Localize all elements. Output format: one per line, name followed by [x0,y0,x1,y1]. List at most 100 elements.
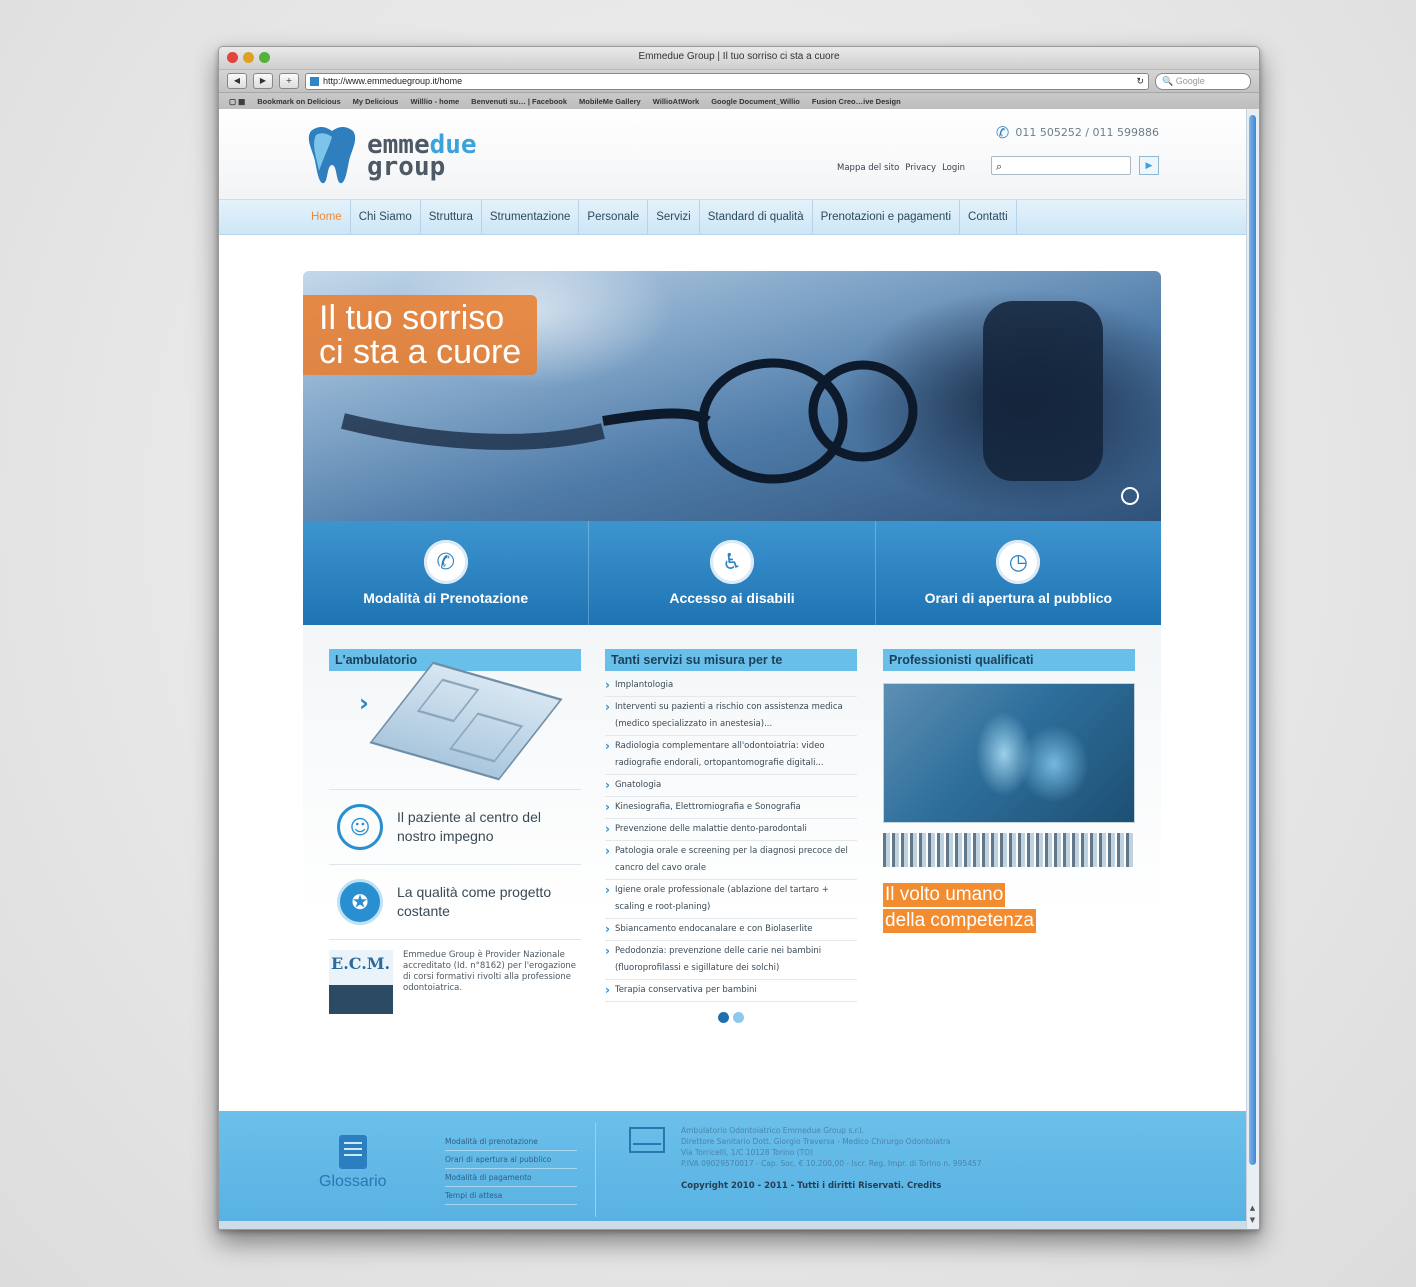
quick-links-band: ✆ Modalità di Prenotazione ♿ Accesso ai … [303,521,1161,625]
bookmark-item[interactable]: My Delicious [353,97,399,106]
footer-link[interactable]: Orari di apertura al pubblico [445,1151,577,1169]
nav-item-struttura[interactable]: Struttura [421,200,482,234]
footer-links: Modalità di prenotazione Orari di apertu… [445,1133,577,1205]
web-page: emmedue group ✆ 011 505252 / 011 599886 … [219,109,1247,1229]
nav-item-home[interactable]: Home [303,200,351,234]
chevron-right-icon: › [605,678,610,692]
page-dot-1[interactable] [718,1012,729,1023]
login-link[interactable]: Login [942,163,965,173]
site-logo[interactable]: emmedue group [307,125,477,187]
feature-text: Il paziente al centro del nostro impegno [397,809,541,844]
bookmark-item[interactable]: Benvenuti su… | Facebook [471,97,567,106]
glossary-link[interactable]: Glossario [319,1135,387,1191]
ecm-provider-block[interactable]: E.C.M. Emmedue Group è Provider Nazional… [329,939,581,1014]
site-search-button[interactable]: ▶ [1139,156,1159,175]
list-item[interactable]: › Sbiancamento endocanalare e con Biolase… [605,919,857,941]
company-info-line: Ambulatorio Odontoiatrico Emmedue Group … [681,1126,864,1135]
utility-links: Mappa del sito Privacy Login [837,163,965,173]
site-search-input[interactable]: ⌕ [991,156,1131,175]
tagline: Il volto umano della competenza [883,883,1135,935]
site-header: emmedue group ✆ 011 505252 / 011 599886 … [219,109,1247,199]
nav-item-servizi[interactable]: Servizi [648,200,700,234]
nav-item-prenotazioni[interactable]: Prenotazioni e pagamenti [813,200,961,234]
nav-item-personale[interactable]: Personale [579,200,649,234]
surgeons-photo[interactable] [883,683,1135,823]
forward-button[interactable]: ▶ [253,73,273,89]
list-item[interactable]: › Prevenzione delle malattie dento-parodo… [605,819,857,841]
feature-quality[interactable]: ✪ La qualità come progetto costante [329,864,581,939]
bookmark-item[interactable]: Fusion Creo…ive Design [812,97,901,106]
add-bookmark-button[interactable]: + [279,73,299,89]
ambulatorio-floorplan-image[interactable]: › [329,661,581,789]
list-item[interactable]: › Implantologia [605,675,857,697]
services-list: › Implantologia › Interventi su pazienti a… [605,671,857,1002]
arrow-right-icon: ▶ [1145,161,1153,171]
list-item[interactable]: › Gnatologia [605,775,857,797]
chevron-right-icon: › [605,883,610,897]
footer-link[interactable]: Tempi di attesa [445,1187,577,1205]
hero-caption-line1: Il tuo sorriso [319,299,505,337]
nav-item-strumentazione[interactable]: Strumentazione [482,200,580,234]
service-label: Sbiancamento endocanalare e con Biolaser… [614,924,813,934]
chevron-right-icon: › [605,778,610,792]
address-bar[interactable]: http://www.emmeduegroup.it/home ↻ [305,72,1149,90]
opening-hours-link[interactable]: ◷ Orari di apertura al pubblico [876,521,1161,625]
browser-search-field[interactable]: 🔍 Google [1155,72,1251,90]
footer-link[interactable]: Modalità di pagamento [445,1169,577,1187]
servizi-heading[interactable]: Tanti servizi su misura per te [605,649,857,671]
disabled-access-link[interactable]: ♿ Accesso ai disabili [589,521,876,625]
zoom-icon[interactable] [1121,487,1139,505]
privacy-link[interactable]: Privacy [905,163,936,173]
band-label: Modalità di Prenotazione [363,590,529,606]
favicon-icon [310,76,319,86]
hero-caption: Il tuo sorriso ci sta a cuore [303,295,538,375]
scrollbar-thumb[interactable] [1249,115,1256,1165]
list-item[interactable]: › Igiene orale professionale (ablazione d… [605,880,857,919]
nav-item-standard-qualita[interactable]: Standard di qualità [700,200,813,234]
phone-numbers: 011 505252 / 011 599886 [1015,126,1159,139]
list-item[interactable]: › Kinesiografia, Elettromiografia e Sonog… [605,797,857,819]
tooth-logo-icon [308,126,356,184]
list-item[interactable]: › Patologia orale e screening per la diag… [605,841,857,880]
bookmark-item[interactable]: Bookmark on Delicious [257,97,340,106]
list-item[interactable]: › Pedodonzia: prevenzione delle carie nei… [605,941,857,980]
chevron-right-icon: › [605,822,610,836]
nav-item-contatti[interactable]: Contatti [960,200,1017,234]
bookmark-item[interactable]: Google Document_Willio [711,97,800,106]
search-icon: ⌕ [996,160,1003,173]
list-item[interactable]: › Radiologia complementare all'odontoiatr… [605,736,857,775]
main-content: L'ambulatorio › ☺ Il paziente al centro … [303,625,1161,1111]
list-item[interactable]: › Terapia conservativa per bambini [605,980,857,1002]
company-info-line: Direttore Sanitario Dott. Giorgio Traver… [681,1137,951,1146]
scroll-up-arrow-icon[interactable]: ▲ [1248,1204,1257,1213]
envelope-icon[interactable] [629,1127,665,1153]
horizontal-scrollbar[interactable] [219,1221,1247,1229]
chevron-right-icon: › [605,944,610,958]
hero-banner: Il tuo sorriso ci sta a cuore [303,271,1161,521]
bookmark-item[interactable]: WillioAtWork [653,97,699,106]
list-item[interactable]: › Interventi su pazienti a rischio con as… [605,697,857,736]
back-button[interactable]: ◀ [227,73,247,89]
sitemap-link[interactable]: Mappa del sito [837,163,899,173]
floorplan-illustration [369,661,563,781]
bookmark-item[interactable]: MobileMe Gallery [579,97,641,106]
bookmarks-book-icon[interactable]: ▢ ▦ [229,97,245,106]
booking-mode-link[interactable]: ✆ Modalità di Prenotazione [303,521,590,625]
service-label: Terapia conservativa per bambini [614,985,757,995]
professionisti-heading[interactable]: Professionisti qualificati [883,649,1135,671]
reload-icon[interactable]: ↻ [1136,76,1144,87]
page-dot-2[interactable] [733,1012,744,1023]
feature-patient-center[interactable]: ☺ Il paziente al centro del nostro impeg… [329,789,581,864]
service-label: Pedodonzia: prevenzione delle carie nei … [614,946,822,973]
title-bar: Emmedue Group | Il tuo sorriso ci sta a … [219,47,1259,70]
glossary-label: Glossario [319,1173,387,1190]
chevron-right-icon: › [605,739,610,753]
scroll-down-arrow-icon[interactable]: ▼ [1248,1216,1257,1225]
footer-link[interactable]: Modalità di prenotazione [445,1133,577,1151]
bookmark-item[interactable]: Willlio - home [410,97,459,106]
service-label: Patologia orale e screening per la diagn… [614,846,848,873]
tagline-line2: della competenza [883,909,1036,933]
vertical-scrollbar[interactable]: ▲ ▼ [1246,109,1259,1229]
nav-item-chi-siamo[interactable]: Chi Siamo [351,200,421,234]
notebook-icon [338,1135,367,1169]
